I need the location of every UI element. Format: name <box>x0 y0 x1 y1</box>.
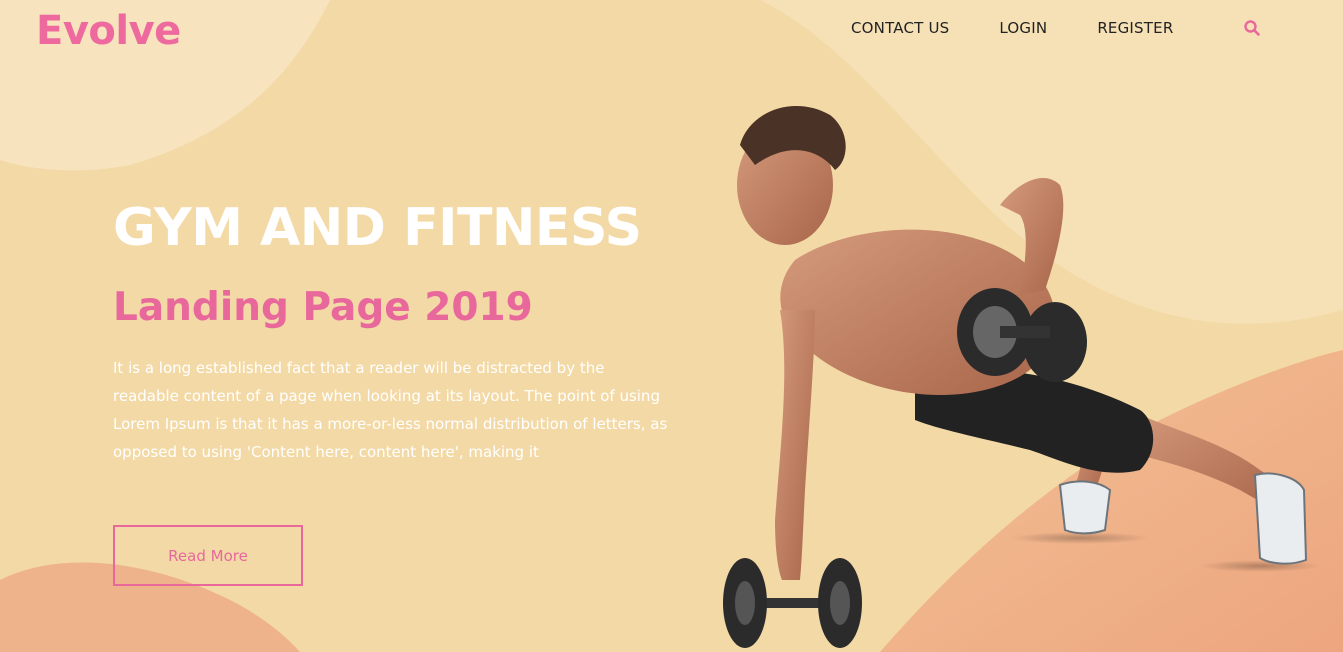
nav-login[interactable]: LOGIN <box>999 19 1047 37</box>
read-more-button[interactable]: Read More <box>113 525 303 586</box>
search-icon[interactable] <box>1243 19 1261 37</box>
nav-contact-us[interactable]: CONTACT US <box>851 19 949 37</box>
hero-athlete-image <box>723 106 1320 648</box>
nav-register[interactable]: REGISTER <box>1097 19 1173 37</box>
hero-subtitle: Landing Page 2019 <box>113 285 533 330</box>
hero-description: It is a long established fact that a rea… <box>113 359 668 461</box>
brand-logo[interactable]: Evolve <box>36 8 181 54</box>
top-nav: CONTACT US LOGIN REGISTER <box>851 19 1261 37</box>
hero-title: GYM AND FITNESS <box>113 198 642 258</box>
